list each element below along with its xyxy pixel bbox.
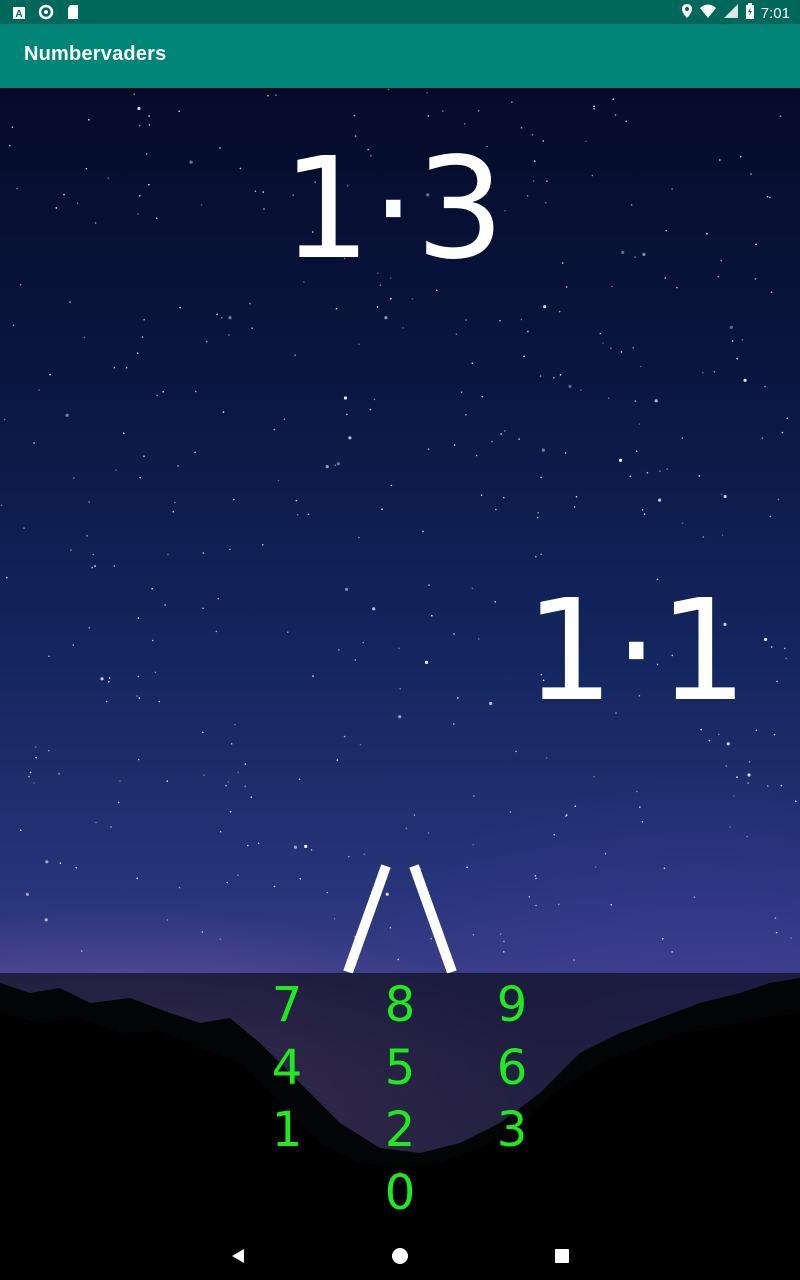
svg-text:A: A: [15, 9, 22, 20]
key-5[interactable]: 5: [365, 1038, 435, 1098]
status-time: 7:01: [760, 4, 790, 22]
navigation-bar: [0, 1232, 800, 1280]
battery-icon: [745, 3, 755, 23]
recents-icon: [555, 1249, 569, 1263]
key-8[interactable]: 8: [365, 975, 435, 1035]
back-button[interactable]: [198, 1232, 278, 1280]
home-icon: [392, 1248, 408, 1264]
key-3[interactable]: 3: [477, 1100, 547, 1160]
status-bar: A 7:01: [0, 0, 800, 24]
key-6[interactable]: 6: [477, 1038, 547, 1098]
game-area[interactable]: 1·3 1·1 7 8 9 4 5 6 1 2 3 0: [0, 88, 800, 1232]
key-7[interactable]: 7: [252, 975, 322, 1035]
enemy-number: 1·1: [525, 570, 748, 733]
sync-icon: [38, 4, 54, 24]
wifi-icon: [699, 3, 717, 23]
key-9[interactable]: 9: [477, 975, 547, 1035]
a-icon: A: [12, 5, 26, 24]
key-1[interactable]: 1: [252, 1100, 322, 1160]
enemy-number: 1·3: [282, 128, 505, 291]
home-button[interactable]: [360, 1232, 440, 1280]
app-title: Numbervaders: [24, 43, 167, 65]
key-0[interactable]: 0: [365, 1163, 435, 1223]
key-2[interactable]: 2: [365, 1100, 435, 1160]
sd-card-icon: [66, 4, 80, 24]
status-left-icons: A: [12, 4, 80, 24]
keypad-panel: 7 8 9 4 5 6 1 2 3 0: [0, 973, 800, 1232]
back-icon: [232, 1249, 244, 1263]
app-bar: Numbervaders: [0, 24, 800, 88]
player-ship: [343, 864, 457, 974]
key-4[interactable]: 4: [252, 1038, 322, 1098]
signal-icon: [723, 3, 739, 23]
status-right-icons: 7:01: [681, 3, 790, 23]
recents-button[interactable]: [522, 1232, 602, 1280]
location-icon: [681, 3, 693, 23]
